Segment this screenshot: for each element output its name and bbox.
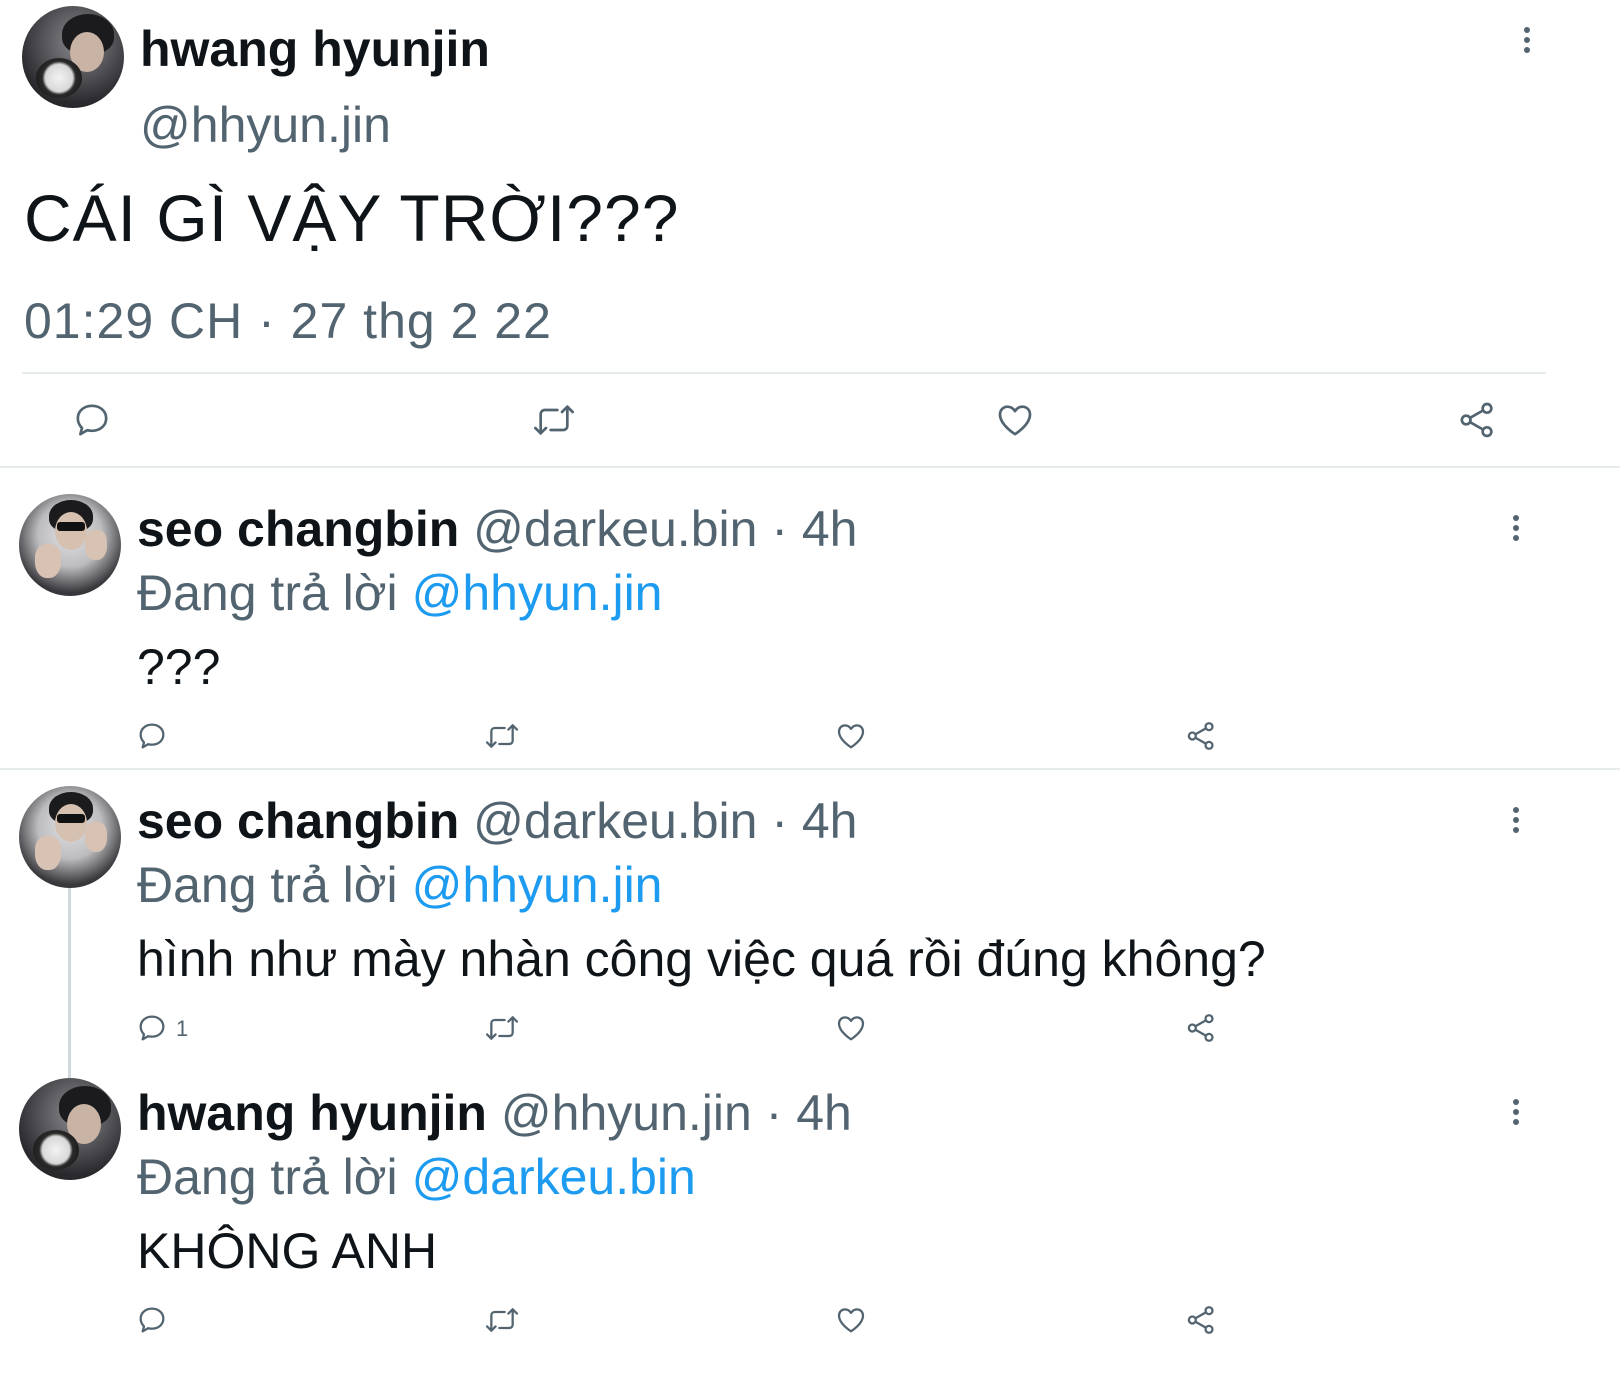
more-vertical-icon[interactable] (1504, 1096, 1528, 1128)
thread-line (68, 886, 71, 1078)
tweet-text: CÁI GÌ VẬY TRỜI??? (24, 181, 680, 255)
like-icon[interactable] (995, 400, 1035, 440)
divider (22, 372, 1546, 374)
replying-label: Đang trả lời (137, 1149, 398, 1205)
like-icon[interactable] (835, 720, 867, 752)
share-icon[interactable] (1185, 1304, 1217, 1336)
reply-icon[interactable] (72, 400, 112, 440)
author-avatar[interactable] (22, 6, 124, 108)
replying-to: Đang trả lời @darkeu.bin (137, 1148, 696, 1206)
reply-text: hình như mày nhàn công việc quá rồi đúng… (137, 931, 1266, 987)
reply-text: KHÔNG ANH (137, 1223, 438, 1279)
reply-header: hwang hyunjin @hhyun.jin · 4h (137, 1084, 852, 1142)
retweet-icon[interactable] (484, 1012, 520, 1044)
reply-count: 1 (176, 1016, 189, 1041)
reply-author-name[interactable]: seo changbin (137, 501, 459, 557)
author-name[interactable]: hwang hyunjin (140, 20, 490, 78)
mention-link[interactable]: @hhyun.jin (412, 565, 663, 621)
more-vertical-icon[interactable] (1504, 804, 1528, 836)
reply-avatar[interactable] (19, 786, 121, 888)
reply-meta[interactable]: @hhyun.jin · 4h (501, 1085, 852, 1141)
mention-link[interactable]: @darkeu.bin (412, 1149, 696, 1205)
mention-link[interactable]: @hhyun.jin (412, 857, 663, 913)
divider (0, 768, 1620, 770)
reply-icon[interactable] (136, 720, 168, 752)
reply-text: ??? (137, 639, 221, 695)
reply-meta[interactable]: @darkeu.bin · 4h (473, 793, 857, 849)
reply-avatar[interactable] (19, 1078, 121, 1180)
share-icon[interactable] (1457, 400, 1497, 440)
reply-avatar[interactable] (19, 494, 121, 596)
retweet-icon[interactable] (532, 400, 576, 440)
author-handle[interactable]: @hhyun.jin (140, 96, 391, 154)
like-icon[interactable] (835, 1012, 867, 1044)
more-vertical-icon[interactable] (1515, 24, 1539, 56)
retweet-icon[interactable] (484, 1304, 520, 1336)
reply-icon[interactable] (136, 1012, 168, 1044)
reply-icon[interactable] (136, 1304, 168, 1336)
divider (0, 466, 1620, 468)
retweet-icon[interactable] (484, 720, 520, 752)
like-icon[interactable] (835, 1304, 867, 1336)
reply-meta[interactable]: @darkeu.bin · 4h (473, 501, 857, 557)
reply-header: seo changbin @darkeu.bin · 4h (137, 500, 857, 558)
replying-label: Đang trả lời (137, 857, 398, 913)
reply-author-name[interactable]: hwang hyunjin (137, 1085, 487, 1141)
reply-header: seo changbin @darkeu.bin · 4h (137, 792, 857, 850)
more-vertical-icon[interactable] (1504, 512, 1528, 544)
replying-label: Đang trả lời (137, 565, 398, 621)
replying-to: Đang trả lời @hhyun.jin (137, 856, 662, 914)
tweet-timestamp[interactable]: 01:29 CH · 27 thg 2 22 (24, 292, 552, 350)
replying-to: Đang trả lời @hhyun.jin (137, 564, 662, 622)
reply-author-name[interactable]: seo changbin (137, 793, 459, 849)
share-icon[interactable] (1185, 720, 1217, 752)
share-icon[interactable] (1185, 1012, 1217, 1044)
